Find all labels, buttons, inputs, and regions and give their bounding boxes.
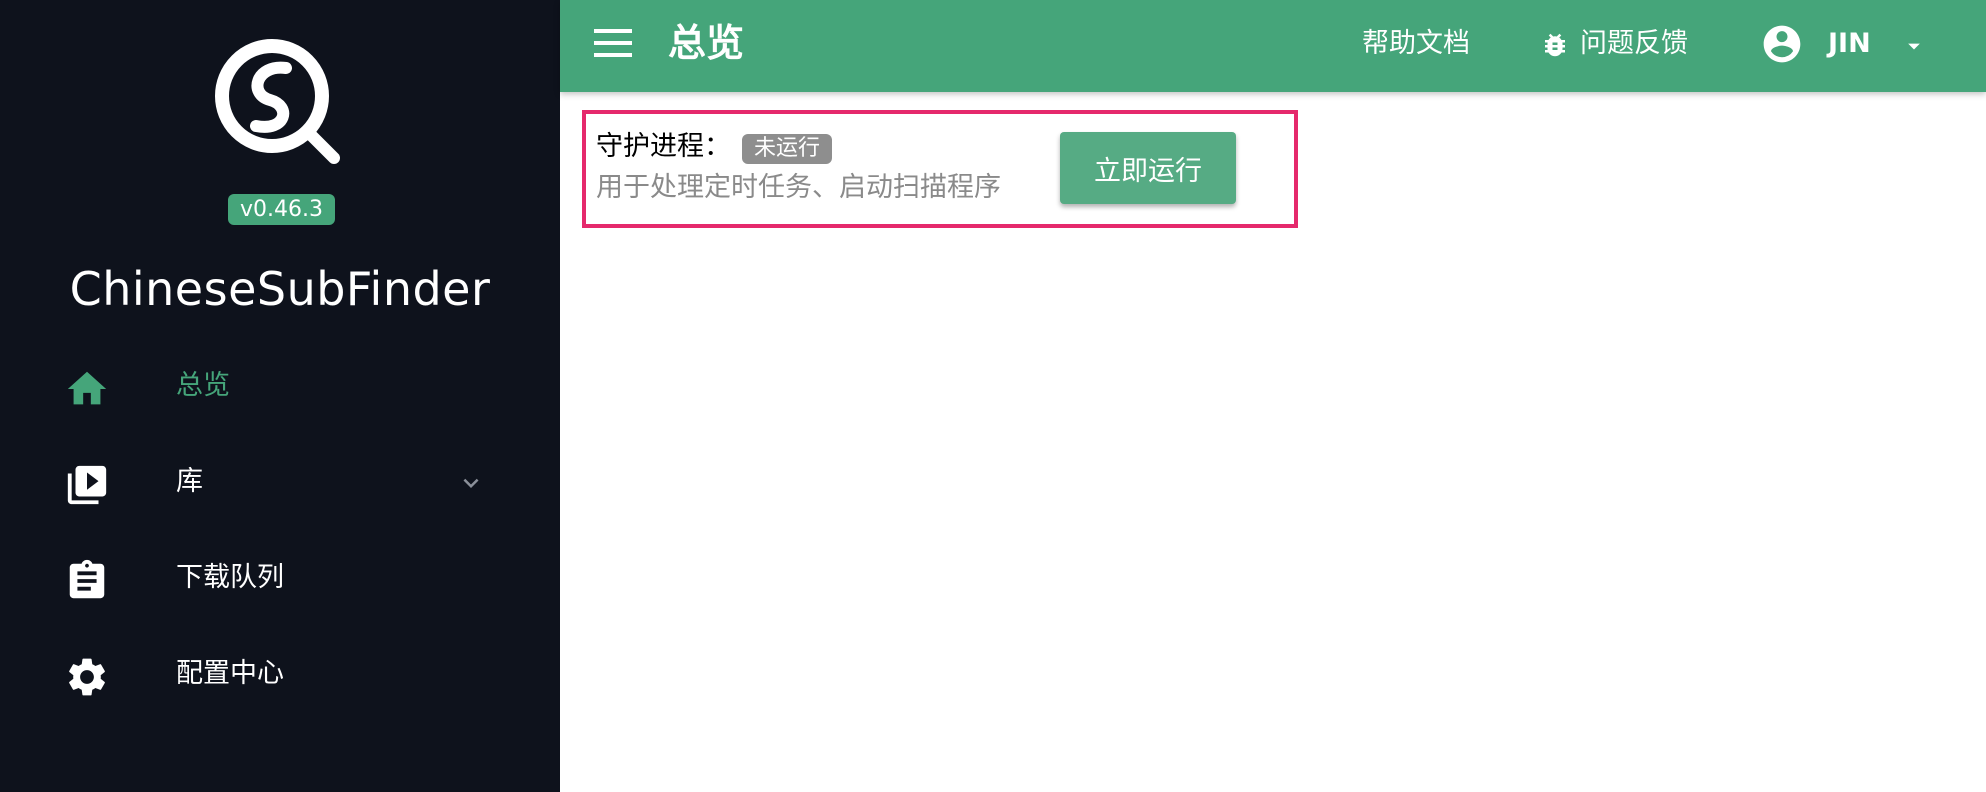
help-docs-link[interactable]: 帮助文档 <box>1362 26 1470 62</box>
sidebar-item-label: 配置中心 <box>176 658 284 689</box>
account-circle-icon <box>1763 25 1801 63</box>
home-icon <box>67 371 107 405</box>
app-name: ChineseSubFinder <box>69 262 491 316</box>
feedback-label: 问题反馈 <box>1580 28 1688 59</box>
video-library-icon <box>67 465 107 505</box>
daemon-title: 守护进程： <box>596 131 731 162</box>
run-now-button[interactable]: 立即运行 <box>1060 132 1236 204</box>
sidebar: v0.46.3 ChineseSubFinder 总览 库 下载队列 配置中心 <box>0 0 560 792</box>
clipboard-icon <box>69 559 105 599</box>
app-logo-icon <box>215 39 340 164</box>
sidebar-item-label: 总览 <box>176 370 230 401</box>
user-name: JIN <box>1828 28 1871 59</box>
status-badge: 未运行 <box>742 134 833 164</box>
page-title: 总览 <box>668 21 745 65</box>
version-badge: v0.46.3 <box>228 194 335 225</box>
sidebar-item-overview[interactable]: 总览 <box>0 346 560 426</box>
user-menu[interactable]: JIN <box>1760 22 1980 68</box>
menu-icon[interactable] <box>594 25 636 61</box>
top-app-bar: 总览 帮助文档 问题反馈 JIN <box>560 0 1986 92</box>
sidebar-item-download-queue[interactable]: 下载队列 <box>0 538 560 618</box>
sidebar-item-label: 下载队列 <box>176 562 284 593</box>
sidebar-item-label: 库 <box>176 466 203 497</box>
daemon-description: 用于处理定时任务、启动扫描程序 <box>596 172 1001 203</box>
sidebar-item-settings[interactable]: 配置中心 <box>0 634 560 714</box>
chevron-down-icon[interactable] <box>456 468 486 498</box>
bug-icon <box>1545 33 1565 57</box>
daemon-status-card: 守护进程： 未运行 用于处理定时任务、启动扫描程序 立即运行 <box>582 110 1298 228</box>
caret-down-icon <box>1908 43 1920 50</box>
sidebar-item-library[interactable]: 库 <box>0 442 560 522</box>
gear-icon <box>69 658 105 696</box>
